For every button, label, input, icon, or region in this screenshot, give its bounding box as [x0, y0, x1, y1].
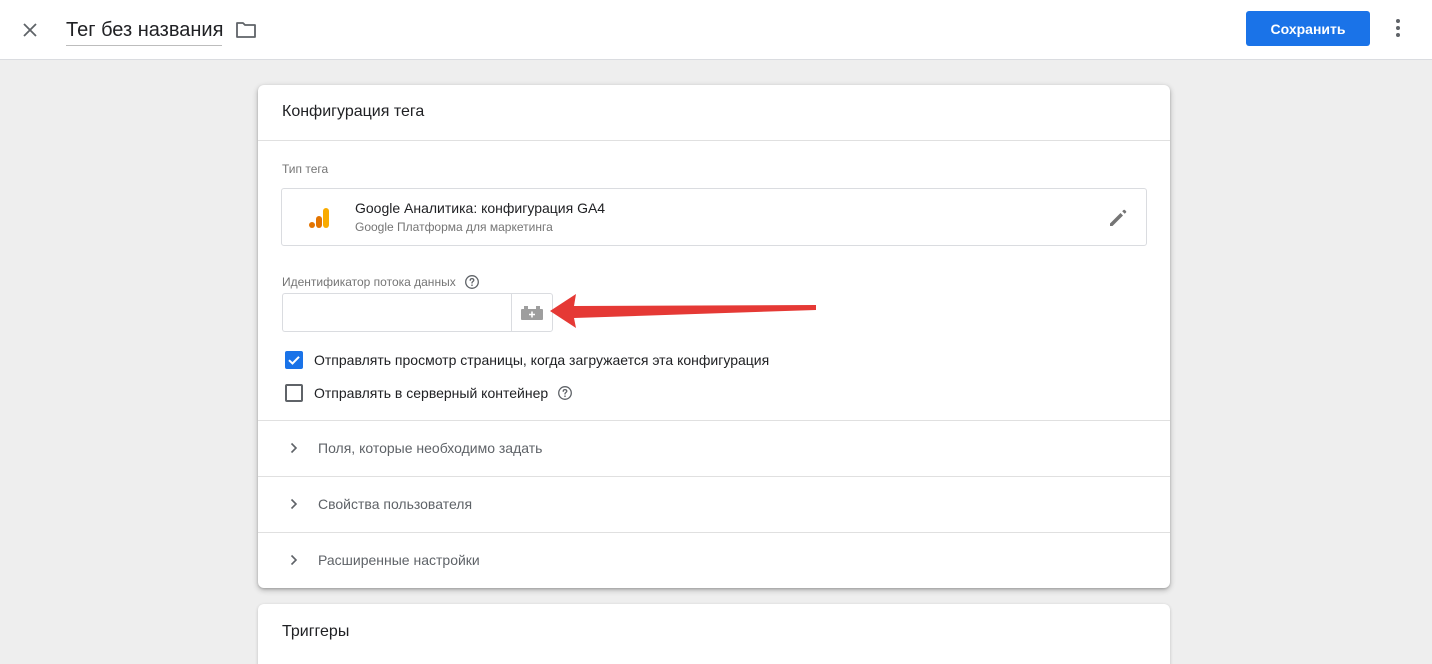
section-label: Свойства пользователя: [318, 496, 473, 512]
section-label: Расширенные настройки: [318, 552, 480, 568]
tag-configuration-card: Конфигурация тега Тип тега Google Аналит…: [258, 85, 1170, 588]
tag-type-name: Google Аналитика: конфигурация GA4: [355, 200, 606, 216]
tag-type-label: Тип тега: [282, 162, 329, 176]
chevron-right-icon: [290, 554, 298, 566]
send-pageview-checkbox[interactable]: [285, 351, 303, 369]
variable-brick-icon: [521, 305, 543, 320]
section-user-properties[interactable]: Свойства пользователя: [258, 477, 1170, 532]
tag-type-selector[interactable]: Google Аналитика: конфигурация GA4 Googl…: [281, 188, 1147, 246]
folder-button[interactable]: [234, 18, 258, 42]
edit-tag-type-button[interactable]: [1106, 206, 1130, 230]
more-options-button[interactable]: [1386, 16, 1410, 40]
card-title: Конфигурация тега: [282, 103, 425, 120]
server-container-option: Отправлять в серверный контейнер: [285, 383, 573, 403]
triggers-card: Триггеры: [258, 604, 1170, 664]
pencil-icon: [1110, 209, 1127, 226]
save-button[interactable]: Сохранить: [1246, 11, 1370, 46]
stream-id-input[interactable]: [282, 293, 512, 332]
insert-variable-button[interactable]: [511, 293, 553, 332]
section-label: Поля, которые необходимо задать: [318, 440, 543, 456]
section-advanced-settings[interactable]: Расширенные настройки: [258, 533, 1170, 588]
check-icon: [288, 356, 300, 365]
divider: [258, 140, 1170, 141]
send-pageview-option: Отправлять просмотр страницы, когда загр…: [285, 350, 769, 370]
close-icon: [23, 23, 37, 37]
tag-type-subtitle: Google Платформа для маркетинга: [355, 220, 553, 234]
google-analytics-icon: [309, 208, 329, 228]
server-container-label: Отправлять в серверный контейнер: [314, 385, 549, 401]
more-vert-icon: [1396, 19, 1400, 37]
folder-icon: [236, 22, 256, 38]
chevron-right-icon: [290, 498, 298, 510]
send-pageview-label: Отправлять просмотр страницы, когда загр…: [314, 352, 770, 368]
stream-id-label-text: Идентификатор потока данных: [282, 275, 456, 289]
help-icon[interactable]: [464, 274, 480, 290]
top-bar: Тег без названия Сохранить: [0, 0, 1432, 60]
triggers-title: Триггеры: [282, 623, 350, 640]
section-fields-to-set[interactable]: Поля, которые необходимо задать: [258, 421, 1170, 476]
chevron-right-icon: [290, 442, 298, 454]
tag-name-field[interactable]: Тег без названия: [66, 16, 223, 46]
server-container-checkbox[interactable]: [285, 384, 303, 402]
help-icon[interactable]: [557, 385, 573, 401]
stream-id-label: Идентификатор потока данных: [282, 274, 480, 290]
close-button[interactable]: [18, 18, 42, 42]
